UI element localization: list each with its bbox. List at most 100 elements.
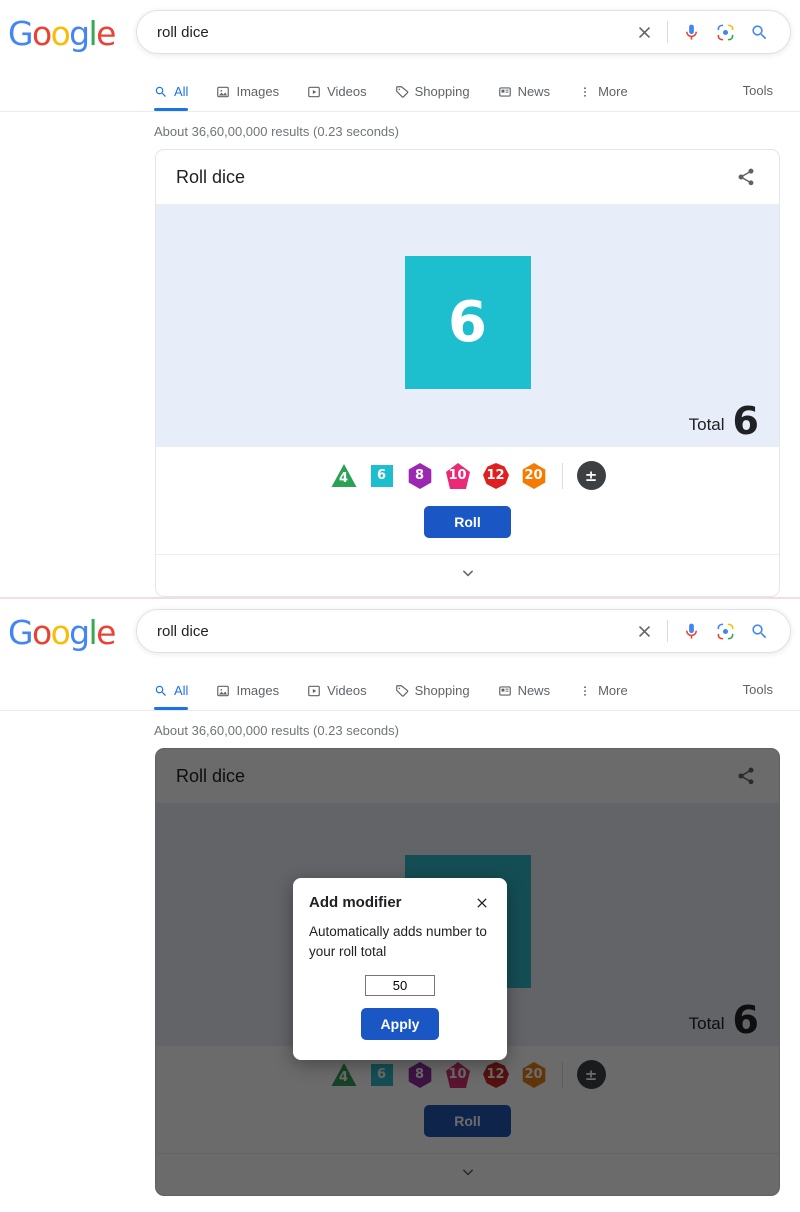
- clear-icon[interactable]: [627, 15, 661, 49]
- die-option-d12[interactable]: 12: [482, 1061, 510, 1089]
- die-option-label: 8: [414, 1067, 425, 1082]
- tab-label: More: [598, 84, 628, 99]
- roll-button[interactable]: Roll: [424, 1105, 511, 1137]
- tab-shopping[interactable]: Shopping: [395, 72, 482, 111]
- total-display: Total 6: [688, 398, 759, 443]
- more-vertical-icon: [578, 85, 592, 99]
- tab-news[interactable]: News: [498, 72, 563, 111]
- modifier-input-row: [309, 975, 491, 997]
- dice-picker: 4 6 8 10 12 20 ± Roll: [156, 1046, 779, 1153]
- total-label: Total: [688, 1014, 725, 1033]
- die-option-d4[interactable]: 4: [330, 462, 358, 490]
- tab-more[interactable]: More: [578, 72, 640, 111]
- apply-button[interactable]: Apply: [361, 1008, 439, 1041]
- dialog-description: Automatically adds number to your roll t…: [309, 924, 487, 959]
- voice-search-icon[interactable]: [674, 15, 708, 49]
- die-option-label: 4: [338, 1069, 349, 1085]
- google-header: Google: [0, 599, 800, 671]
- tools-button[interactable]: Tools: [743, 83, 773, 98]
- die-option-d8[interactable]: 8: [406, 1061, 434, 1089]
- news-icon: [498, 684, 512, 698]
- search-bar-icons: [627, 614, 776, 648]
- tab-shopping[interactable]: Shopping: [395, 671, 482, 710]
- rolled-die: 6: [404, 256, 531, 389]
- die-option-d10[interactable]: 10: [444, 462, 472, 490]
- widget-title: Roll dice: [176, 166, 246, 187]
- search-icon: [154, 684, 168, 698]
- die-option-d6[interactable]: 6: [368, 462, 396, 490]
- share-icon[interactable]: [733, 164, 759, 190]
- die-option-label: 10: [448, 1067, 467, 1082]
- search-nav-tabs: All Images Videos Shopping News More Too…: [0, 671, 800, 711]
- tab-videos[interactable]: Videos: [307, 671, 379, 710]
- die-option-label: 6: [376, 1067, 387, 1082]
- widget-header: Roll dice: [156, 749, 779, 804]
- apply-button-row: Apply: [309, 1008, 491, 1041]
- google-lens-icon[interactable]: [708, 614, 742, 648]
- widget-expand-footer[interactable]: [156, 554, 779, 596]
- die-option-d10[interactable]: 10: [444, 1061, 472, 1089]
- add-modifier-button[interactable]: ±: [576, 1060, 606, 1089]
- voice-search-icon[interactable]: [674, 614, 708, 648]
- die-option-d20[interactable]: 20: [520, 462, 548, 490]
- tag-icon: [395, 684, 409, 698]
- google-logo[interactable]: Google: [8, 616, 116, 649]
- roll-button-row: Roll: [156, 506, 779, 538]
- roll-button[interactable]: Roll: [424, 506, 511, 538]
- search-icon: [154, 85, 168, 99]
- die-option-d6[interactable]: 6: [368, 1061, 396, 1089]
- tools-button[interactable]: Tools: [743, 682, 773, 697]
- google-logo[interactable]: Google: [8, 17, 116, 50]
- chevron-down-icon: [458, 1162, 478, 1187]
- dice-options-row: 4 6 8 10 12 20 ±: [156, 1060, 779, 1089]
- close-icon[interactable]: [473, 894, 491, 912]
- search-bar[interactable]: [136, 10, 791, 54]
- clear-icon[interactable]: [627, 614, 661, 648]
- die-option-label: 12: [486, 468, 505, 483]
- add-modifier-dialog: Add modifier Automatically adds number t…: [293, 878, 507, 1061]
- tab-images[interactable]: Images: [216, 72, 291, 111]
- tab-news[interactable]: News: [498, 671, 563, 710]
- tab-more[interactable]: More: [578, 671, 640, 710]
- total-value: 6: [732, 398, 759, 443]
- total-display: Total 6: [688, 997, 759, 1042]
- share-icon[interactable]: [733, 763, 759, 789]
- tab-all[interactable]: All: [154, 72, 200, 111]
- google-lens-icon[interactable]: [708, 15, 742, 49]
- google-header: Google: [0, 0, 800, 72]
- tab-label: All: [174, 683, 189, 698]
- tag-icon: [395, 85, 409, 99]
- die-option-d8[interactable]: 8: [406, 462, 434, 490]
- search-icon[interactable]: [742, 15, 776, 49]
- search-icon[interactable]: [742, 614, 776, 648]
- dialog-title: Add modifier: [309, 894, 402, 911]
- roll-button-row: Roll: [156, 1105, 779, 1137]
- video-icon: [307, 684, 321, 698]
- total-label: Total: [688, 415, 725, 434]
- image-icon: [216, 684, 230, 698]
- tab-images[interactable]: Images: [216, 671, 291, 710]
- die-option-d12[interactable]: 12: [482, 462, 510, 490]
- tab-label: Videos: [327, 84, 367, 99]
- widget-expand-footer[interactable]: [156, 1153, 779, 1195]
- die-option-d20[interactable]: 20: [520, 1061, 548, 1089]
- search-input[interactable]: [157, 23, 627, 41]
- die-option-d4[interactable]: 4: [330, 1061, 358, 1089]
- dice-picker: 4 6 8 10 12 20 ± Roll: [156, 447, 779, 554]
- die-option-label: 4: [338, 470, 349, 486]
- total-value: 6: [732, 997, 759, 1042]
- dialog-header: Add modifier: [309, 894, 491, 912]
- modifier-input[interactable]: [365, 975, 435, 997]
- tab-all[interactable]: All: [154, 671, 200, 710]
- picker-divider: [561, 1061, 563, 1088]
- search-results-screen-normal: Google roll dice All Images Videos Shopp…: [0, 0, 800, 597]
- news-icon: [498, 85, 512, 99]
- tab-videos[interactable]: Videos: [307, 72, 379, 111]
- add-modifier-button[interactable]: ±: [576, 461, 606, 490]
- search-bar[interactable]: [136, 609, 791, 653]
- tab-label: Shopping: [414, 683, 470, 698]
- search-input[interactable]: [157, 622, 627, 640]
- widget-header: Roll dice: [156, 150, 779, 205]
- tab-label: Videos: [327, 683, 367, 698]
- image-icon: [216, 85, 230, 99]
